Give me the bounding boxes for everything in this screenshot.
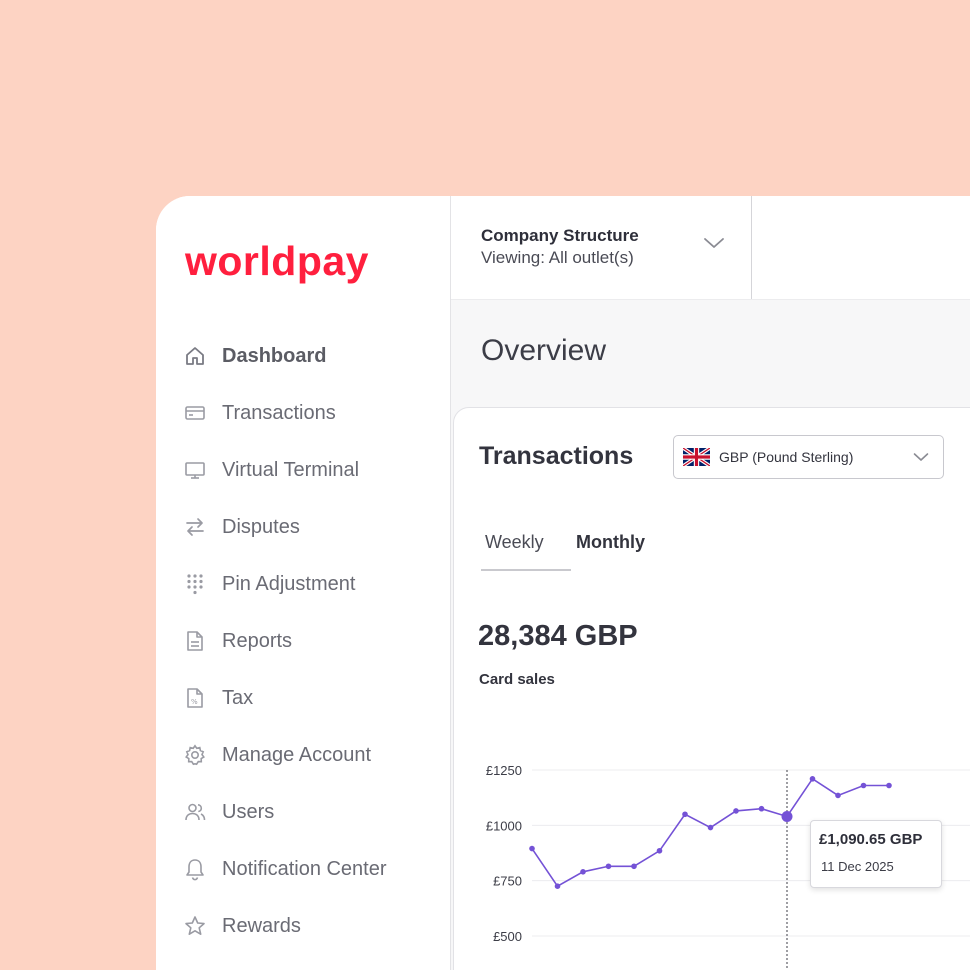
card-sales-amount: 28,384 GBP [478,620,638,652]
bell-icon [184,858,206,881]
svg-text:%: % [191,698,198,706]
sidebar-item-label: Rewards [222,914,301,937]
chevron-down-icon [913,452,929,462]
tab-underline [481,569,571,571]
sidebar-item-label: Pin Adjustment [222,572,356,595]
sidebar-item-disputes[interactable]: Disputes [184,507,434,547]
app-window: worldpay Dashboard Transactions Virtual … [156,196,970,970]
sidebar-item-label: Disputes [222,515,300,538]
main-content: Overview Transactions GBP (Pound Sterlin… [451,300,970,970]
sidebar-item-label: Dashboard [222,344,327,367]
data-point [682,811,688,818]
data-point [758,805,765,812]
gear-icon [184,744,206,766]
top-bar: Company Structure Viewing: All outlet(s) [451,196,970,300]
sidebar-item-label: Virtual Terminal [222,458,360,481]
users-icon [184,801,206,823]
y-tick-label: £1250 [486,763,522,778]
arrows-swap-icon [184,516,206,538]
sidebar-item-dashboard[interactable]: Dashboard [184,336,434,376]
data-point [707,824,714,831]
sidebar-item-transactions[interactable]: Transactions [184,393,434,433]
sidebar-item-label: Transactions [222,401,336,424]
home-icon [184,345,206,367]
y-tick-label: £750 [493,874,522,889]
sidebar-item-reports[interactable]: Reports [184,621,434,661]
sidebar-item-users[interactable]: Users [184,792,434,832]
data-point [860,782,867,789]
tooltip-date: 11 Dec 2025 [821,859,894,874]
currency-value: GBP (Pound Sterling) [719,449,854,465]
sidebar-item-label: Users [222,800,275,823]
data-point [580,869,586,875]
chevron-down-icon[interactable] [703,236,725,255]
data-point [529,845,535,852]
chart-tooltip: £1,090.65 GBP 11 Dec 2025 [810,820,942,888]
card-sales-label: Card sales [479,671,555,688]
sidebar-item-virtual-terminal[interactable]: Virtual Terminal [184,450,434,490]
sidebar-item-manage-account[interactable]: Manage Account [184,735,434,775]
transactions-title: Transactions [479,442,634,470]
data-point [554,883,561,889]
company-structure-viewing: Viewing: All outlet(s) [481,248,634,267]
tab-monthly[interactable]: Monthly [576,532,645,553]
sidebar-item-pin-adjustment[interactable]: Pin Adjustment [184,564,434,604]
sidebar-item-notification-center[interactable]: Notification Center [184,849,434,889]
document-icon [184,630,206,652]
y-tick-label: £1000 [486,818,522,833]
sidebar-item-rewards[interactable]: Rewards [184,906,434,946]
y-tick-label: £500 [493,929,522,944]
currency-select[interactable]: GBP (Pound Sterling) [673,435,944,479]
star-icon [184,915,206,937]
data-point [656,847,663,854]
data-point [835,792,841,799]
tax-document-icon: % [184,687,206,709]
card-icon [184,402,206,424]
sidebar: worldpay Dashboard Transactions Virtual … [156,196,451,970]
data-point [886,782,892,789]
data-point [809,776,816,782]
tooltip-value: £1,090.65 GBP [819,831,923,848]
data-point [605,863,612,870]
sidebar-item-label: Reports [222,629,293,652]
transactions-card: Transactions GBP (Pound Sterling) Weekly… [453,407,970,970]
monitor-icon [184,459,206,481]
sidebar-item-tax[interactable]: % Tax [184,678,434,718]
keypad-icon [184,573,206,595]
company-structure-selector[interactable]: Company Structure Viewing: All outlet(s) [481,226,639,268]
page-title: Overview [481,334,607,367]
sidebar-item-label: Notification Center [222,857,387,880]
tab-weekly[interactable]: Weekly [485,532,544,553]
data-point [631,863,637,870]
sidebar-item-label: Manage Account [222,743,371,766]
company-structure-title: Company Structure [481,226,639,245]
highlighted-point [781,810,793,822]
topbar-divider [751,196,752,299]
worldpay-logo[interactable]: worldpay [185,238,369,285]
uk-flag-icon [683,448,710,466]
sidebar-item-label: Tax [222,686,254,709]
data-point [733,808,739,814]
